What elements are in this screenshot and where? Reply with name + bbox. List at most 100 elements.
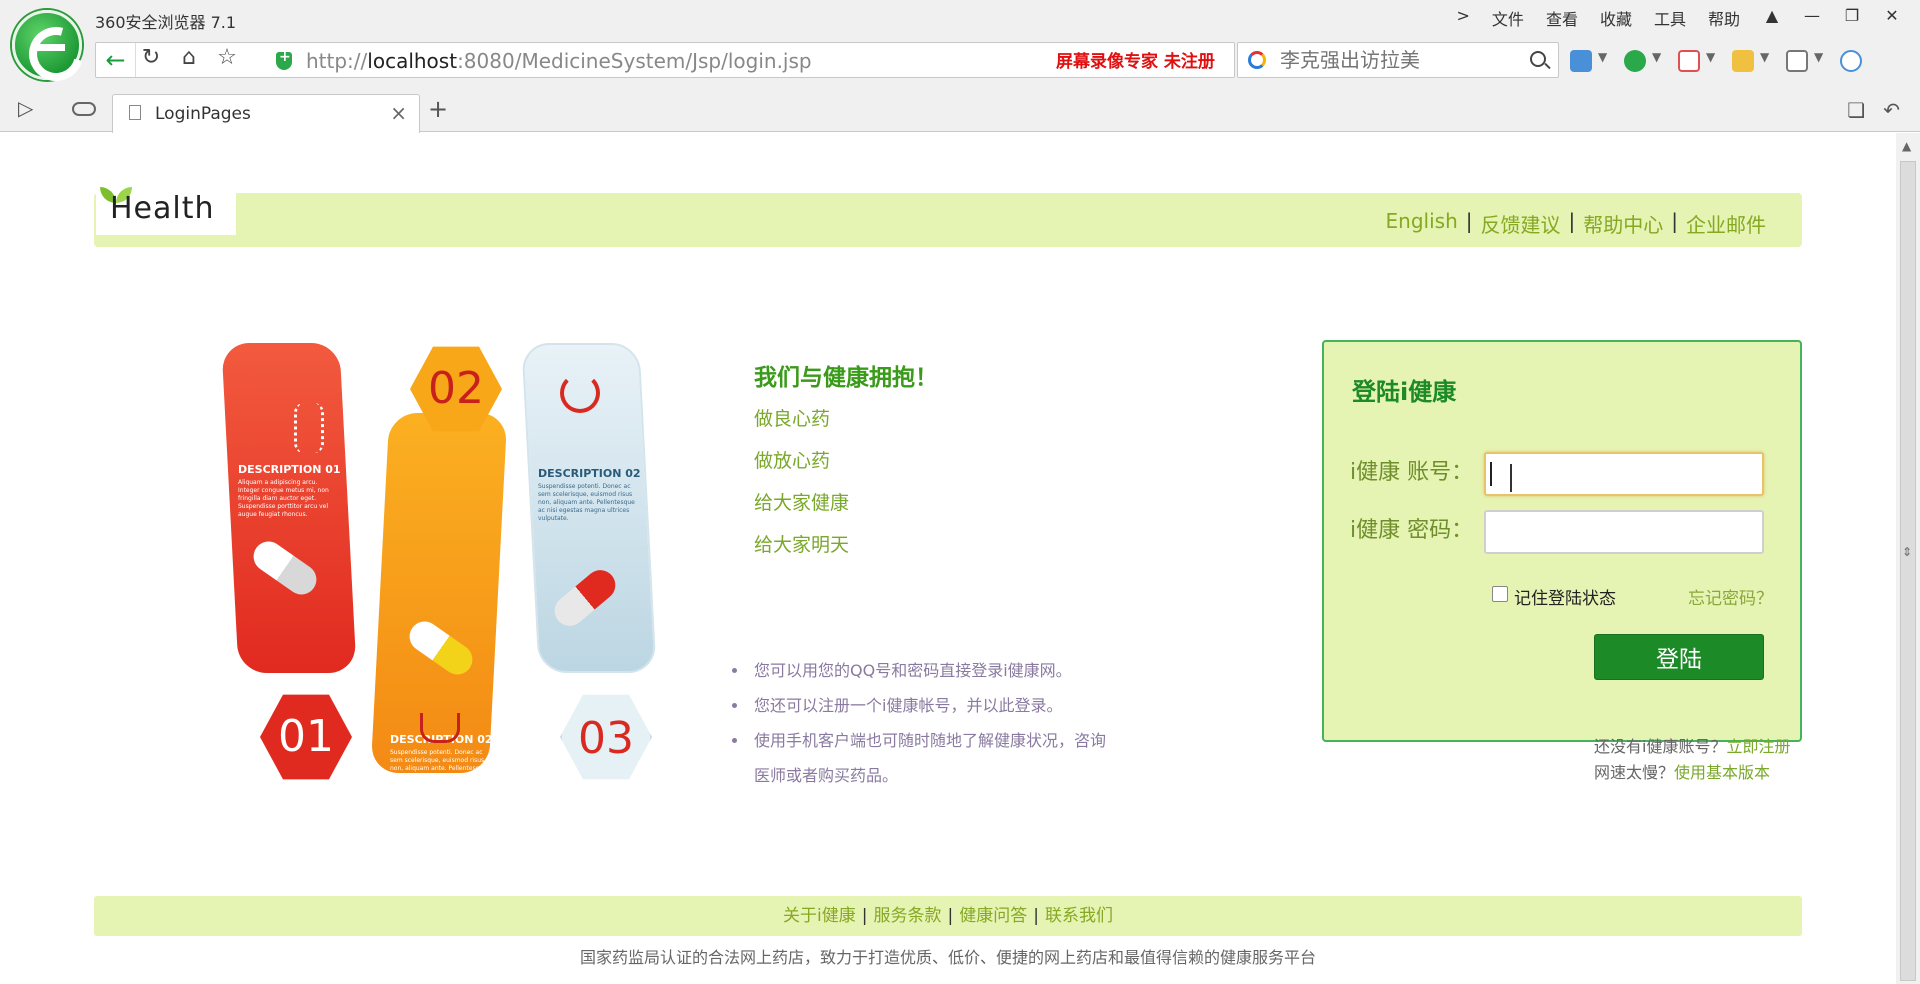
slogan-item: 给大家明天 [754,534,850,556]
wallet-extension[interactable]: ▼ [1624,46,1664,76]
description-3-body: Suspendisse potenti. Donec ac sem sceler… [538,483,635,522]
search-input[interactable] [1280,43,1520,77]
account-input[interactable] [1484,452,1764,496]
microscope-icon [560,373,600,413]
tab-manager-icon[interactable]: ❏ [1847,98,1865,122]
logo-text: Health [110,191,215,226]
scroll-thumb[interactable] [1900,161,1916,981]
slogan-item: 做良心药 [754,408,831,430]
window-controls: ▲ — ❐ ✕ [1754,2,1910,30]
description-2-body: Suspendisse potenti. Donec ac sem sceler… [390,749,487,788]
cloud-icon[interactable] [72,102,96,116]
sidebar-toggle-icon[interactable]: ▷ [18,96,33,120]
separator: | [861,906,868,926]
page-icon [129,105,141,120]
translate-extension[interactable]: ▼ [1678,46,1718,76]
undo-close-icon[interactable]: ↶ [1883,98,1900,122]
register-link[interactable]: 立即注册 [1726,737,1790,756]
tip-item: 您可以用您的QQ号和密码直接登录i健康网。 [730,653,1120,688]
home-icon[interactable]: ⌂ [174,43,204,73]
login-button[interactable]: 登陆 [1594,634,1764,680]
separator: | [1671,209,1678,233]
caret-icon: ▼ [1652,50,1662,64]
forgot-password-link[interactable]: 忘记密码？ [1688,584,1773,609]
browser-logo-icon[interactable] [12,10,82,80]
caret-icon: ▼ [1814,50,1824,64]
english-link[interactable]: English [1386,209,1458,238]
description-1-title: DESCRIPTION 01 [238,463,341,476]
refresh-icon[interactable]: ↻ [136,43,166,73]
login-tips-list: 您可以用您的QQ号和密码直接登录i健康网。 您还可以注册一个i健康帐号，并以此登… [730,653,1120,793]
menu-view[interactable]: 查看 [1546,6,1578,30]
search-icon[interactable] [1530,51,1546,67]
tab-tools: ❏ ↶ [1847,98,1900,122]
recording-watermark: 屏幕录像专家 未注册 [1056,52,1215,72]
about-link[interactable]: 关于i健康 [783,906,856,926]
scroll-grip-icon: ⇕ [1902,545,1913,559]
browser-toolbar: ← ↻ ⌂ ☆ http://localhost:8080/MedicineSy… [0,36,1920,86]
menu-chevron-icon[interactable]: > [1457,6,1470,30]
tip-item: 您还可以注册一个i健康帐号，并以此登录。 [730,688,1120,723]
health-qa-link[interactable]: 健康问答 [959,906,1027,926]
minimize-button[interactable]: — [1794,2,1830,30]
extension-icons: ▼ ▼ ▼ ▼ ▼ [1570,46,1880,76]
page-scrollbar[interactable]: ▲ ⇕ [1896,133,1920,984]
contact-link[interactable]: 联系我们 [1045,906,1113,926]
help-center-link[interactable]: 帮助中心 [1583,209,1663,238]
enterprise-mail-link[interactable]: 企业邮件 [1686,209,1766,238]
login-title: 登陆i健康 [1352,378,1457,406]
intro-heading: 我们与健康拥抱！ [754,365,938,391]
wallet-icon [1624,50,1646,72]
password-label: i健康 密码： [1350,518,1474,543]
login-panel: 登陆i健康 i健康 账号： i健康 密码： 记住登陆状态 忘记密码？ 登陆 [1322,340,1802,742]
footer-note: 国家药监局认证的合法网上药店，致力于打造优质、低价、便捷的网上药店和最值得信赖的… [579,948,1316,967]
description-3-title: DESCRIPTION 02 [538,467,641,480]
account-label: i健康 账号： [1350,460,1474,485]
scroll-up-icon[interactable]: ▲ [1902,139,1911,153]
search-engine-icon[interactable] [1248,51,1266,69]
remember-checkbox[interactable] [1492,586,1508,602]
url-text[interactable]: http://localhost:8080/MedicineSystem/Jsp… [306,49,812,73]
menu-favorites[interactable]: 收藏 [1600,6,1632,30]
basic-version-line: 网速太慢？使用基本版本 [1594,759,1770,783]
tab-login-pages[interactable]: LoginPages × [112,94,420,133]
zoom-extension[interactable] [1840,46,1880,76]
menu-tools[interactable]: 工具 [1654,6,1686,30]
terms-link[interactable]: 服务条款 [874,906,942,926]
security-shield-icon[interactable] [276,49,292,70]
register-line: 还没有i健康账号？立即注册 [1594,733,1790,757]
apps-icon [1570,50,1592,72]
zoom-icon [1840,50,1862,72]
address-bar[interactable]: ← ↻ ⌂ ☆ http://localhost:8080/MedicineSy… [95,42,1319,78]
close-tab-icon[interactable]: × [390,101,407,125]
app-title: 360安全浏览器 7.1 [95,13,237,32]
back-arrow-icon[interactable]: ← [96,43,136,77]
remember-label[interactable]: 记住登陆状态 [1514,584,1616,609]
tip-item: 使用手机客户端也可随时随地了解健康状况，咨询医师或者购买药品。 [730,723,1120,793]
game-extension[interactable]: ▼ [1786,46,1826,76]
slogan-item: 给大家健康 [754,492,850,514]
slogan-item: 做放心药 [754,450,831,472]
apps-extension[interactable]: ▼ [1570,46,1610,76]
caret-icon: ▼ [1706,50,1716,64]
footer-links: 关于i健康 | 服务条款 | 健康问答 | 联系我们 [94,896,1802,936]
basic-version-prompt: 网速太慢？ [1594,763,1675,782]
site-logo[interactable]: Health [96,183,236,235]
caret-icon: ▼ [1760,50,1770,64]
menu-file[interactable]: 文件 [1492,6,1524,30]
screenshot-icon [1732,50,1754,72]
maximize-button[interactable]: ❐ [1834,2,1870,30]
screenshot-extension[interactable]: ▼ [1732,46,1772,76]
basic-version-link[interactable]: 使用基本版本 [1674,763,1770,782]
page-content: Health English | 反馈建议 | 帮助中心 | 企业邮件 DESC… [0,133,1896,984]
slogan-list: 做良心药 做放心药 给大家健康 给大家明天 [754,405,849,573]
close-window-button[interactable]: ✕ [1874,2,1910,30]
star-icon[interactable]: ☆ [212,43,242,73]
skin-icon[interactable]: ▲ [1754,2,1790,30]
footer-band: 关于i健康 | 服务条款 | 健康问答 | 联系我们 [94,896,1802,936]
menu-help[interactable]: 帮助 [1708,6,1740,30]
password-input[interactable] [1484,510,1764,554]
description-1-body: Aliquam a adipiscing arcu. Integer congu… [238,479,329,518]
new-tab-button[interactable]: + [428,95,448,123]
feedback-link[interactable]: 反馈建议 [1481,209,1561,238]
